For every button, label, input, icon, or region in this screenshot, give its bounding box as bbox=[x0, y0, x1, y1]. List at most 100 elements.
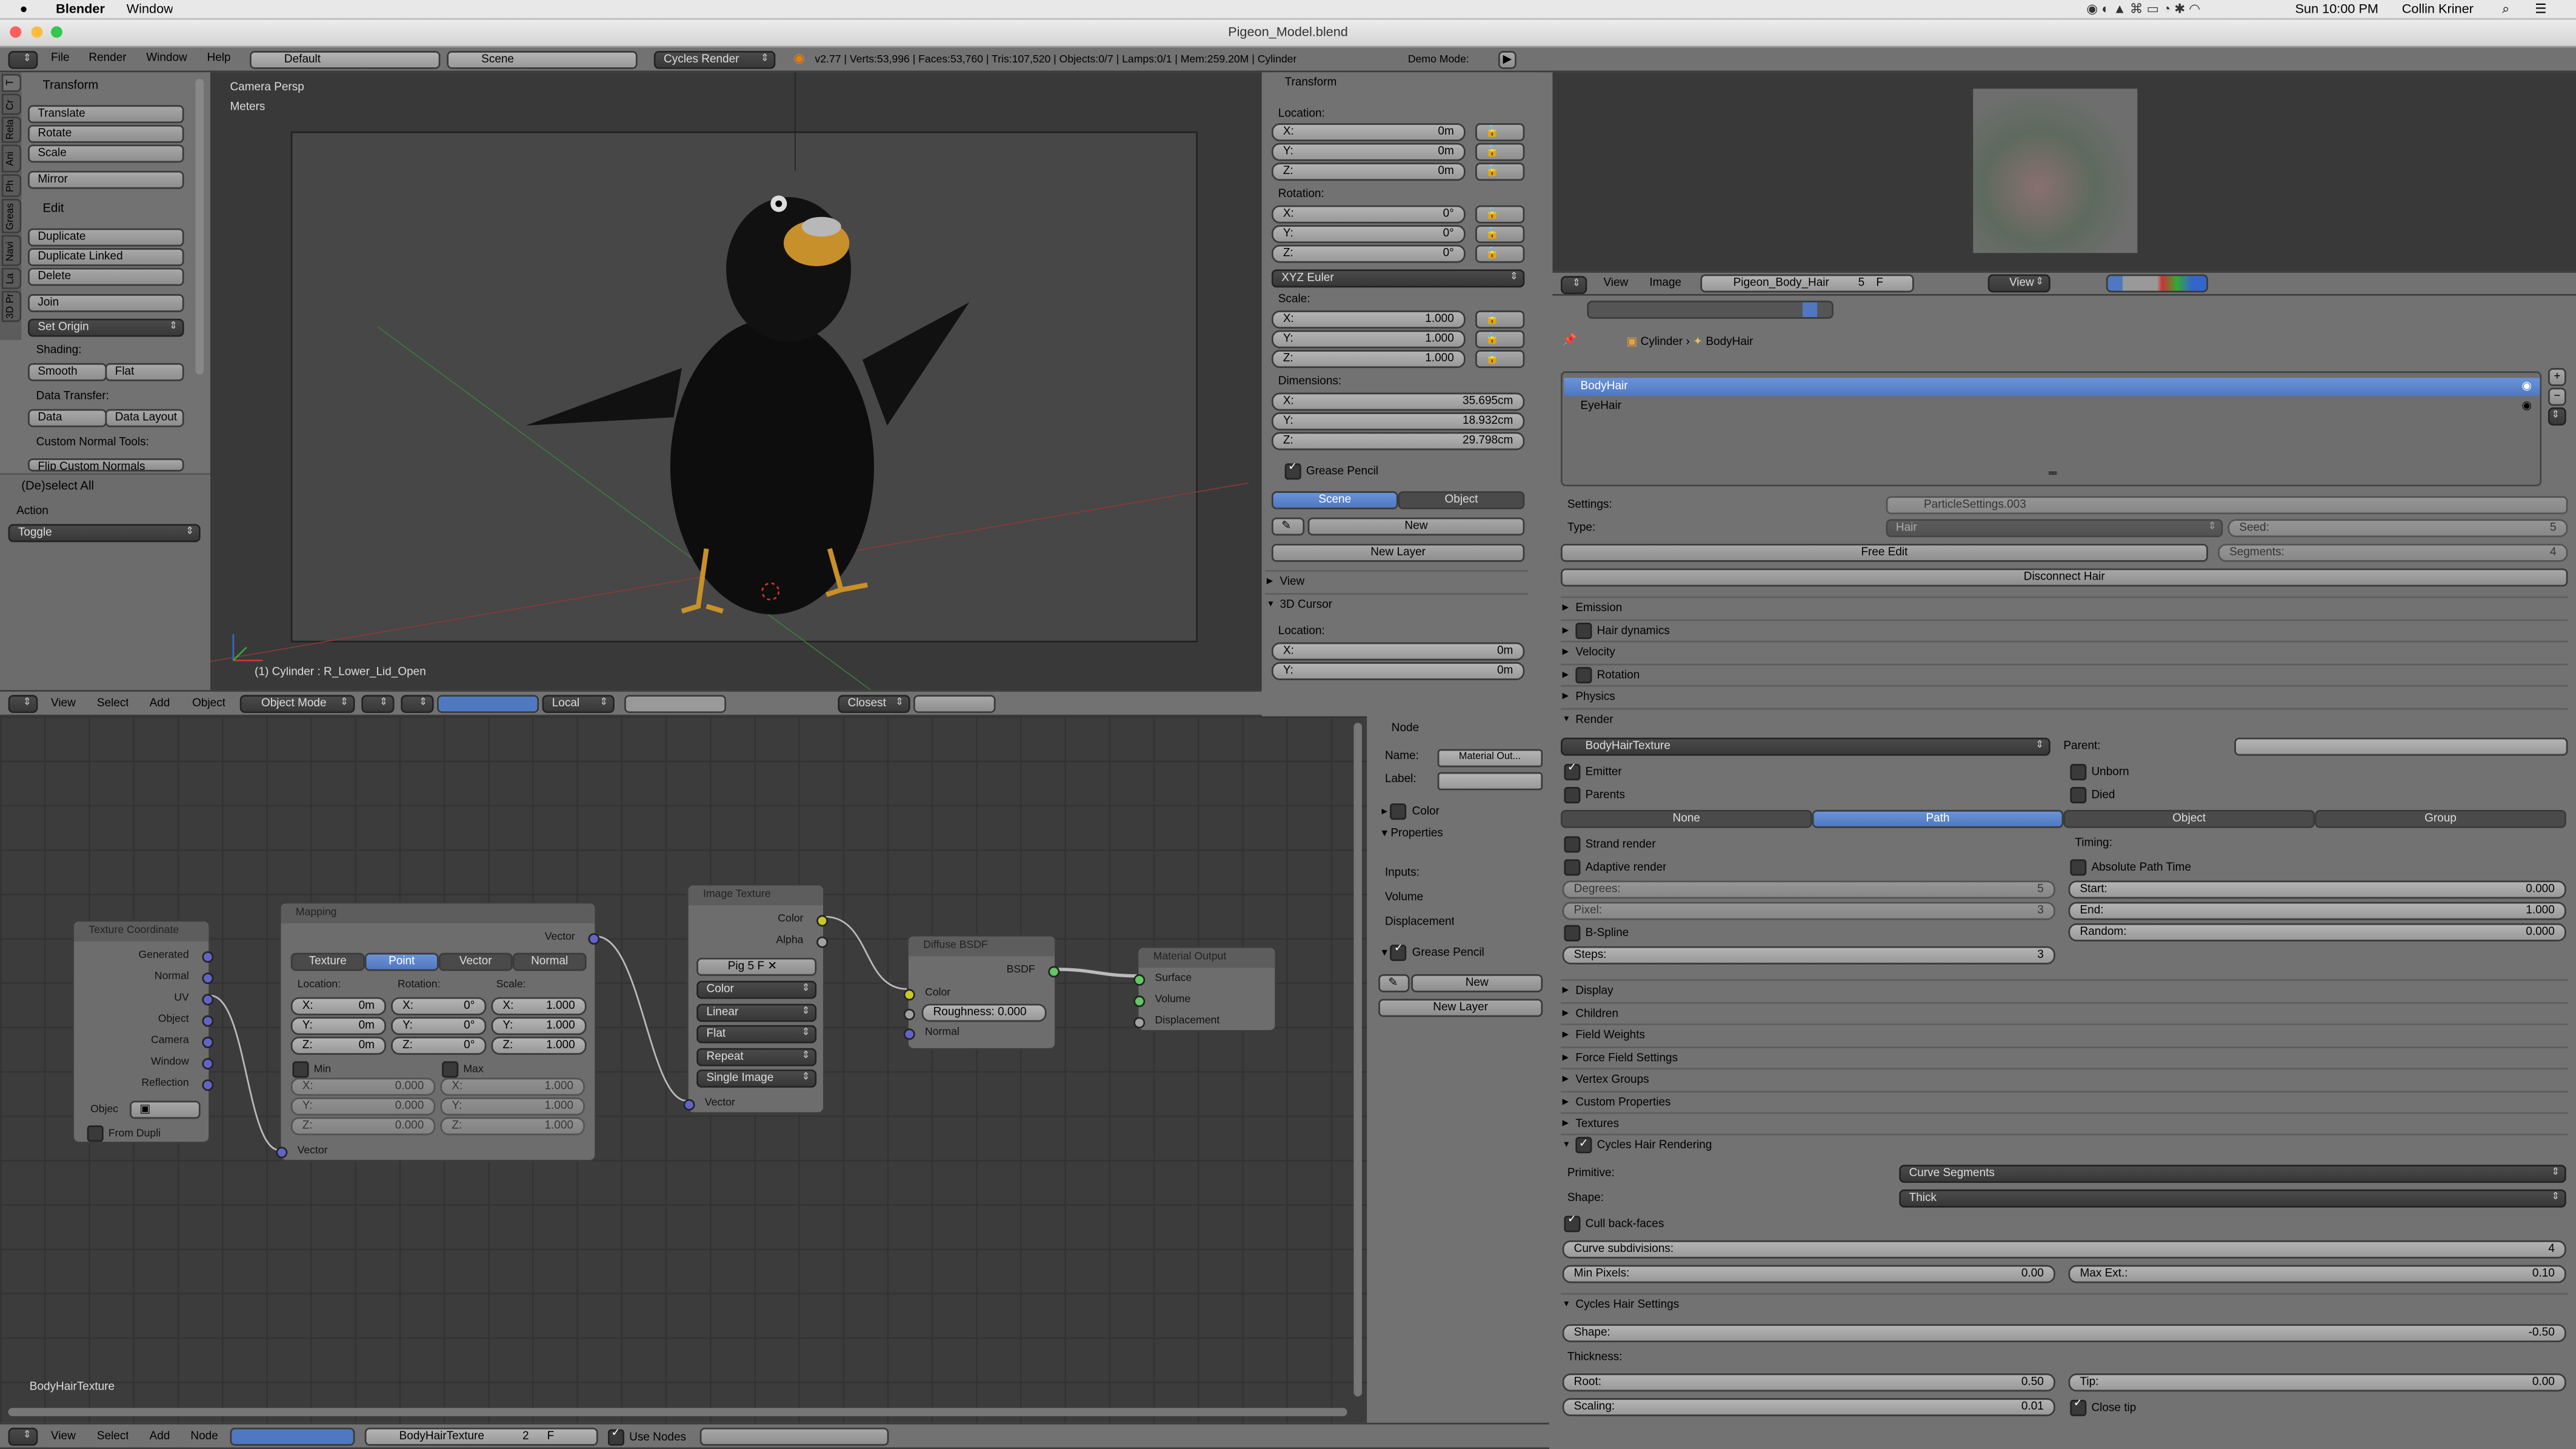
object-field[interactable]: ▣ bbox=[130, 1100, 201, 1119]
rotate-button[interactable]: Rotate bbox=[28, 124, 184, 143]
panel-force-field-settings[interactable]: Force Field Settings bbox=[1560, 1045, 2568, 1067]
adaptive-render-checkbox[interactable]: Adaptive render bbox=[1564, 859, 1667, 877]
scale-x-field[interactable]: X: 1.000 bbox=[1271, 310, 1466, 329]
node-tool-buttons[interactable] bbox=[699, 1427, 889, 1446]
tip-field[interactable]: Tip: 0.00 bbox=[2068, 1373, 2566, 1392]
vector-output-socket[interactable] bbox=[588, 933, 600, 945]
node-vertical-scrollbar[interactable] bbox=[1353, 723, 1363, 1397]
cursor-y-field[interactable]: Y: 0m bbox=[1271, 662, 1525, 680]
transform-title[interactable]: Transform bbox=[1285, 77, 1337, 89]
mapping-maxv-y[interactable]: Y: 1.000 bbox=[440, 1097, 585, 1116]
fake-user-button[interactable]: F bbox=[1876, 276, 1883, 290]
transform-panel-title[interactable]: Transform bbox=[42, 77, 98, 92]
render-panel[interactable]: Render bbox=[1560, 708, 2568, 729]
node-texture-coordinate[interactable]: Texture Coordinate Objec ▣ From Dupli Ge… bbox=[72, 920, 214, 1144]
cycles-hair-rendering-panel[interactable]: Cycles Hair Rendering bbox=[1560, 1133, 2568, 1155]
shape-field[interactable]: Shape: -0.50 bbox=[1562, 1324, 2566, 1342]
lock-icon[interactable]: 🔒 bbox=[1475, 310, 1525, 329]
flip-normals-button[interactable]: Flip Custom Normals bbox=[28, 458, 184, 472]
rotation-mode-dropdown[interactable]: XYZ Euler bbox=[1271, 269, 1525, 288]
lock-icon[interactable]: 🔒 bbox=[1475, 123, 1525, 142]
lock-icon[interactable]: 🔒 bbox=[1475, 225, 1525, 244]
scene-selector[interactable]: Scene bbox=[447, 51, 638, 69]
node-editor[interactable]: Texture Coordinate Objec ▣ From Dupli Ge… bbox=[0, 716, 1367, 1423]
b-spline-checkbox[interactable]: B-Spline bbox=[1564, 925, 1629, 943]
primitive-dropdown[interactable]: Curve Segments bbox=[1899, 1165, 2566, 1183]
camera-output-socket[interactable] bbox=[202, 1036, 214, 1048]
rotation-y-field[interactable]: Y: 0° bbox=[1271, 225, 1466, 244]
apple-icon[interactable]: ● bbox=[20, 2, 28, 16]
viewport-shading-dropdown[interactable] bbox=[361, 695, 395, 714]
died-checkbox[interactable]: Died bbox=[2070, 786, 2115, 805]
window-output-socket[interactable] bbox=[202, 1058, 214, 1070]
scale-y-field[interactable]: Y: 1.000 bbox=[1271, 330, 1466, 349]
mapping-loc-y[interactable]: Y: 0m bbox=[290, 1017, 386, 1036]
image-users[interactable]: 5 bbox=[1858, 276, 1865, 290]
lock-icon[interactable]: 🔒 bbox=[1475, 142, 1525, 161]
image-option-dropdown[interactable]: Color bbox=[696, 980, 817, 999]
material-users[interactable]: 2 bbox=[522, 1430, 529, 1444]
shelf-scrollbar[interactable] bbox=[195, 79, 204, 375]
mirror-button[interactable]: Mirror bbox=[28, 170, 184, 189]
disconnect-hair-button[interactable]: Disconnect Hair bbox=[1560, 568, 2568, 587]
unborn-checkbox[interactable]: Unborn bbox=[2070, 764, 2129, 781]
tab-grease-pencil[interactable]: Greas bbox=[1, 198, 22, 233]
smooth-button[interactable]: Smooth bbox=[28, 363, 107, 381]
fake-user-button[interactable]: F bbox=[547, 1430, 555, 1444]
3d-cursor-panel[interactable]: 3D Cursor bbox=[1265, 593, 1528, 614]
menu-window[interactable]: Window bbox=[127, 2, 173, 16]
object-output-socket[interactable] bbox=[202, 1015, 214, 1027]
tab-relations[interactable]: Rela bbox=[1, 116, 22, 143]
panel-display[interactable]: Display bbox=[1560, 979, 2568, 1000]
node-image-texture[interactable]: Image Texture Color Alpha Pig 5 F ✕ Vect… bbox=[683, 883, 829, 1114]
system-specials-button[interactable] bbox=[2548, 407, 2566, 426]
delete-button[interactable]: Delete bbox=[28, 267, 184, 286]
view-mode-dropdown[interactable]: View bbox=[1987, 274, 2050, 293]
channel-buttons[interactable] bbox=[2106, 274, 2208, 293]
context-tabs[interactable] bbox=[1587, 300, 1834, 319]
color-output-socket[interactable] bbox=[816, 915, 829, 927]
join-button[interactable]: Join bbox=[28, 294, 184, 312]
dimensions-x-field[interactable]: X: 35.695cm bbox=[1271, 392, 1525, 411]
mapping-minv-x[interactable]: X: 0.000 bbox=[290, 1077, 436, 1096]
tab-layers[interactable]: La bbox=[1, 267, 22, 289]
particle-system-list[interactable]: BodyHair ◉ EyeHair ◉ ═ bbox=[1560, 371, 2542, 487]
editor-type-button[interactable] bbox=[8, 51, 38, 69]
manipulator-buttons[interactable] bbox=[436, 695, 539, 714]
mapping-minv-z[interactable]: Z: 0.000 bbox=[290, 1117, 436, 1136]
parent-field[interactable] bbox=[2234, 737, 2568, 756]
menu-add[interactable]: Add bbox=[150, 698, 170, 710]
panel-rotation[interactable]: Rotation bbox=[1560, 663, 2568, 684]
use-nodes-checkbox[interactable]: Use Nodes bbox=[607, 1429, 686, 1446]
layout-selector[interactable]: Default bbox=[249, 51, 441, 69]
min-pixels-field[interactable]: Min Pixels: 0.00 bbox=[1562, 1265, 2055, 1283]
cursor-x-field[interactable]: X: 0m bbox=[1271, 642, 1525, 661]
uv-output-socket[interactable] bbox=[202, 994, 214, 1006]
tab-navigation[interactable]: Navi bbox=[1, 235, 22, 266]
grease-pencil-panel[interactable]: ▾ Grease Pencil bbox=[1382, 945, 1484, 962]
properties-panel[interactable]: ▾ Properties bbox=[1382, 826, 1443, 840]
render-buttons[interactable] bbox=[913, 695, 996, 714]
close-tip-checkbox[interactable]: Close tip bbox=[2070, 1399, 2136, 1417]
lock-icon[interactable]: 🔒 bbox=[1475, 350, 1525, 368]
shader-type-buttons[interactable] bbox=[230, 1427, 355, 1446]
menu-object[interactable]: Object bbox=[192, 698, 225, 710]
mapping-tab-vector[interactable]: Vector bbox=[438, 952, 513, 971]
panel-physics[interactable]: Physics bbox=[1560, 684, 2568, 706]
data-layout-button[interactable]: Data Layout bbox=[105, 409, 184, 427]
mapping-maxv-z[interactable]: Z: 1.000 bbox=[440, 1117, 585, 1136]
vector-input-socket[interactable] bbox=[683, 1099, 695, 1111]
node-panel-title[interactable]: Node bbox=[1392, 723, 1419, 734]
data-button[interactable]: Data bbox=[28, 409, 107, 427]
panel-field-weights[interactable]: Field Weights bbox=[1560, 1023, 2568, 1045]
translate-button[interactable]: Translate bbox=[28, 105, 184, 124]
normal-output-socket[interactable] bbox=[202, 972, 214, 985]
gp-scene-button[interactable]: Scene bbox=[1271, 491, 1398, 510]
tab-tools[interactable]: T bbox=[1, 73, 22, 92]
normal-input-socket[interactable] bbox=[903, 1028, 915, 1040]
menu-blender[interactable]: Blender bbox=[56, 2, 105, 16]
material-selector[interactable]: BodyHairTexture 2 F bbox=[364, 1427, 598, 1446]
color-input-socket[interactable] bbox=[903, 989, 915, 1001]
scale-z-field[interactable]: Z: 1.000 bbox=[1271, 350, 1466, 368]
from-dupli-checkbox[interactable]: From Dupli bbox=[87, 1125, 161, 1142]
